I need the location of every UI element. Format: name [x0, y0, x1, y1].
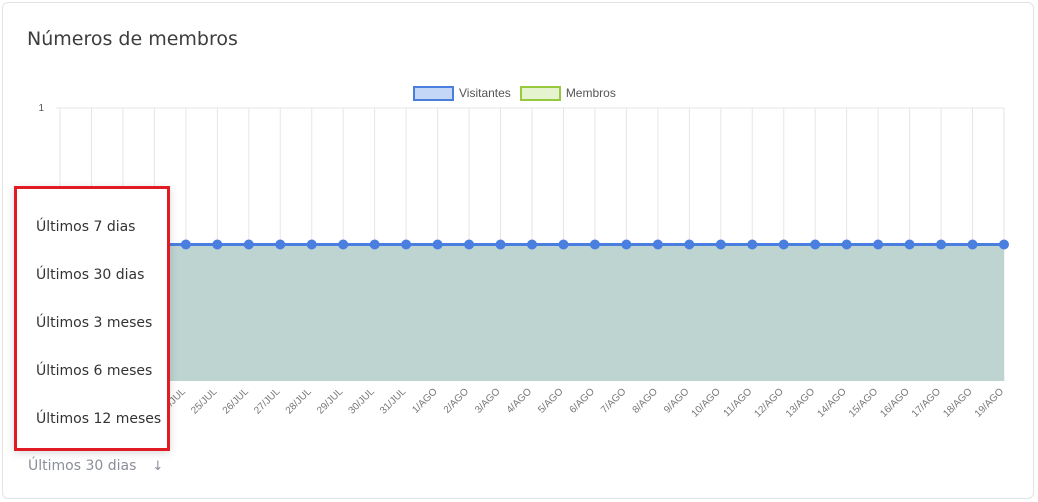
x-tick-label: 9/AGO	[662, 386, 692, 416]
data-point	[810, 239, 821, 250]
x-tick-label: 3/AGO	[473, 386, 503, 416]
data-point	[684, 239, 695, 250]
x-tick-label: 29/JUL	[315, 386, 345, 416]
x-tick-label: 10/AGO	[690, 386, 723, 419]
data-point	[180, 239, 191, 250]
x-tick-label: 6/AGO	[568, 386, 598, 416]
data-point	[338, 239, 349, 250]
data-point	[904, 239, 915, 250]
data-point	[967, 239, 978, 250]
series-area-visitantes	[60, 244, 1004, 381]
period-option-3-months[interactable]: Últimos 3 meses	[36, 315, 152, 331]
x-tick-label: 7/AGO	[599, 386, 629, 416]
x-tick-label: 12/AGO	[753, 386, 786, 419]
x-tick-label: 18/AGO	[941, 386, 974, 419]
period-options-menu: Últimos 7 dias Últimos 30 dias Últimos 3…	[14, 186, 170, 451]
data-point	[841, 239, 852, 250]
data-point	[306, 239, 317, 250]
x-tick-label: 8/AGO	[631, 386, 661, 416]
x-tick-label: 27/JUL	[252, 386, 282, 416]
y-tick-label: 1	[38, 103, 44, 114]
x-tick-label: 13/AGO	[784, 386, 817, 419]
data-point	[621, 239, 632, 250]
data-point	[275, 239, 286, 250]
x-tick-label: 19/AGO	[973, 386, 1006, 419]
data-point	[999, 239, 1009, 250]
data-point	[464, 239, 475, 250]
data-point	[873, 239, 884, 250]
data-point	[212, 239, 223, 250]
period-select[interactable]: Últimos 30 dias ↓	[28, 458, 163, 474]
data-point	[778, 239, 789, 250]
data-point	[652, 239, 663, 250]
x-tick-label: 28/JUL	[284, 386, 314, 416]
arrow-down-icon: ↓	[152, 458, 164, 474]
x-tick-label: 5/AGO	[536, 386, 566, 416]
data-point	[369, 239, 380, 250]
data-point	[589, 239, 600, 250]
x-tick-label: 1/AGO	[410, 386, 440, 416]
period-option-6-months[interactable]: Últimos 6 meses	[36, 363, 152, 379]
data-point	[243, 239, 254, 250]
period-select-value: Últimos 30 dias	[28, 458, 137, 474]
x-tick-label: 17/AGO	[910, 386, 943, 419]
data-point	[527, 239, 537, 250]
x-tick-label: 30/JUL	[347, 386, 377, 416]
data-point	[558, 239, 569, 250]
data-point	[715, 239, 726, 250]
period-option-12-months[interactable]: Últimos 12 meses	[36, 411, 161, 427]
x-tick-label: 14/AGO	[815, 386, 848, 419]
data-point	[432, 239, 443, 250]
x-tick-label: 4/AGO	[505, 386, 535, 416]
data-point	[936, 239, 947, 250]
x-tick-label: 31/JUL	[378, 386, 408, 416]
x-tick-label: 16/AGO	[878, 386, 911, 419]
data-point	[747, 239, 758, 250]
data-point	[495, 239, 506, 250]
x-tick-label: 15/AGO	[847, 386, 880, 419]
period-option-30-days[interactable]: Últimos 30 dias	[36, 267, 144, 283]
x-tick-label: 26/JUL	[221, 386, 251, 416]
x-tick-label: 25/JUL	[189, 386, 219, 416]
period-option-7-days[interactable]: Últimos 7 dias	[36, 219, 135, 235]
data-point	[401, 239, 412, 250]
x-tick-label: 11/AGO	[722, 386, 755, 419]
x-tick-label: 2/AGO	[442, 386, 472, 416]
